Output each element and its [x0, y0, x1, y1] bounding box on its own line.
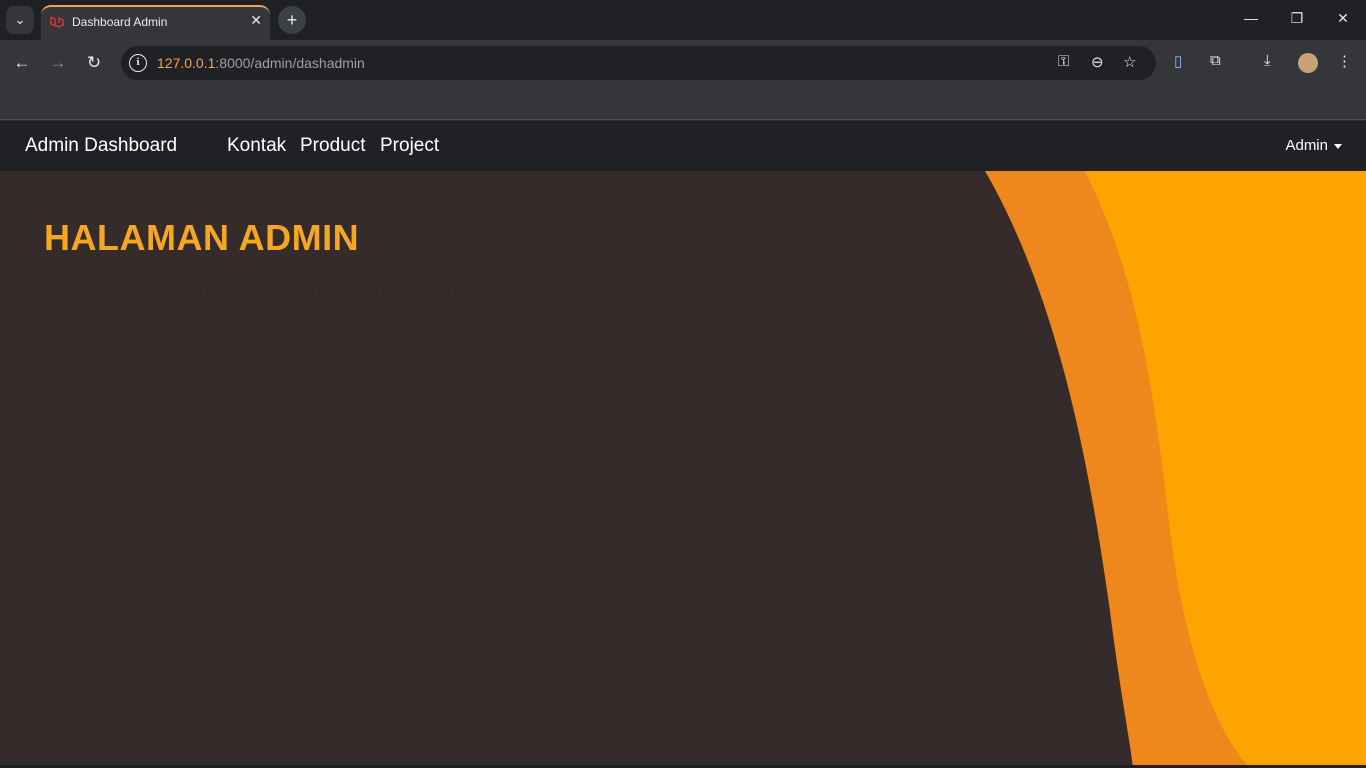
browser-tabstrip: ⌄ Dashboard Admin ✕ + — ❐ ✕	[0, 0, 1366, 40]
nav-link-project[interactable]: Project	[380, 135, 439, 157]
address-bar[interactable]: i 127.0.0.1:8000/admin/dashadmin ⚿ ⊖ ☆	[121, 46, 1156, 80]
star-icon[interactable]: ☆	[1123, 53, 1136, 71]
tab-search-icon[interactable]: ⌄	[6, 6, 34, 34]
back-icon[interactable]: ←	[11, 52, 33, 74]
minimize-icon[interactable]: —	[1241, 10, 1261, 26]
welcome-text: Selamat datang di halaman admin! Anda da…	[44, 283, 477, 298]
profile-avatar[interactable]	[1298, 53, 1318, 73]
laravel-icon	[50, 16, 64, 28]
key-icon[interactable]: ⚿	[1058, 53, 1069, 70]
extension-icon[interactable]: ⧉	[1210, 52, 1221, 69]
restore-icon[interactable]: ❐	[1287, 10, 1307, 27]
menu-icon[interactable]: ⋮	[1337, 52, 1352, 70]
brand-link[interactable]: Admin Dashboard	[25, 135, 177, 157]
copy-icon[interactable]: ▯	[1174, 52, 1182, 70]
window-close-icon[interactable]: ✕	[1333, 10, 1353, 27]
bookmarks-bar	[0, 86, 1366, 120]
browser-tab[interactable]: Dashboard Admin ✕	[41, 5, 270, 40]
forward-icon[interactable]: →	[47, 52, 69, 74]
nav-link-product[interactable]: Product	[300, 135, 365, 157]
plus-icon[interactable]: +	[278, 6, 306, 34]
tab-title: Dashboard Admin	[72, 15, 168, 29]
info-icon[interactable]: i	[129, 54, 147, 72]
zoom-icon[interactable]: ⊖	[1091, 53, 1104, 71]
admin-label: Admin	[1285, 137, 1328, 154]
decorative-waves	[985, 171, 1366, 768]
close-icon[interactable]: ✕	[250, 12, 262, 29]
download-icon[interactable]: ⤓	[1264, 52, 1271, 69]
admin-dropdown[interactable]: Admin	[1285, 137, 1342, 154]
page-content: Admin Dashboard Kontak Product Project A…	[0, 121, 1366, 768]
browser-toolbar: ← → ↻ i 127.0.0.1:8000/admin/dashadmin ⚿…	[0, 40, 1366, 86]
app-navbar: Admin Dashboard Kontak Product Project A…	[0, 121, 1366, 171]
reload-icon[interactable]: ↻	[83, 52, 105, 74]
page-title: HALAMAN ADMIN	[44, 217, 360, 258]
chevron-down-icon	[1334, 143, 1342, 149]
nav-link-kontak[interactable]: Kontak	[227, 135, 286, 157]
url-text: 127.0.0.1:8000/admin/dashadmin	[157, 55, 365, 71]
